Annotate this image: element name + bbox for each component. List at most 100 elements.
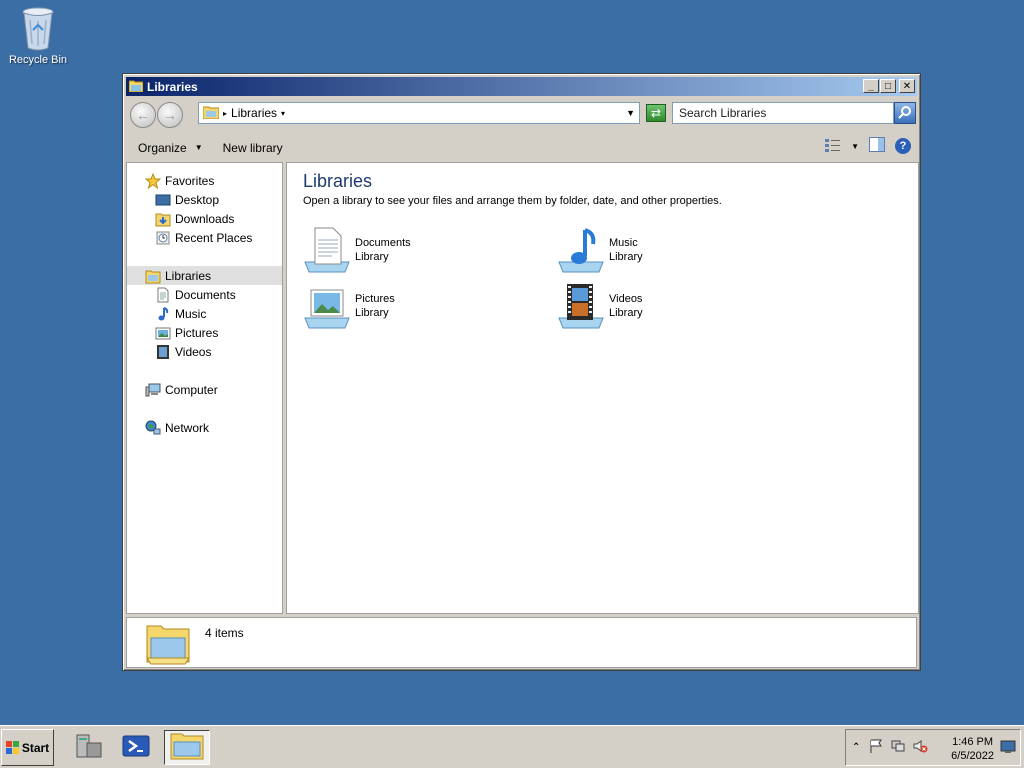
server-manager-button[interactable] <box>70 730 106 765</box>
library-music[interactable]: Music Library <box>557 225 797 275</box>
nav-computer-label: Computer <box>165 382 218 397</box>
nav-network[interactable]: Network <box>127 418 282 437</box>
clock[interactable]: 1:46 PM 6/5/2022 <box>951 735 994 763</box>
library-name: Videos <box>609 293 643 305</box>
address-history-dropdown[interactable]: ▼ <box>626 108 635 118</box>
search-input[interactable]: Search Libraries <box>672 102 894 124</box>
navigation-pane: Favorites Desktop Downloads Recent Place… <box>126 162 283 614</box>
recycle-bin-label: Recycle Bin <box>8 54 68 66</box>
explorer-icon <box>170 731 204 764</box>
search-icon <box>898 105 912 122</box>
nav-favorites-label: Favorites <box>165 173 215 188</box>
address-row: ← → ▸ Libraries ▾ ▼ ⇄ Search Libraries <box>126 98 917 132</box>
view-dropdown-icon[interactable]: ▼ <box>851 142 859 151</box>
library-name: Documents <box>355 237 411 249</box>
nav-pictures-label: Pictures <box>175 325 219 340</box>
refresh-icon: ⇄ <box>650 106 662 120</box>
window-title: Libraries <box>147 79 198 94</box>
folder-icon <box>128 79 144 95</box>
nav-network-label: Network <box>165 420 210 435</box>
library-videos[interactable]: Videos Library <box>557 281 797 331</box>
close-icon: ✕ <box>902 80 912 92</box>
breadcrumb-dropdown-icon[interactable]: ▾ <box>281 109 285 118</box>
windows-flag-icon <box>5 740 20 755</box>
address-bar[interactable]: ▸ Libraries ▾ ▼ <box>198 102 640 124</box>
documents-library-icon <box>303 226 351 274</box>
library-sub: Library <box>355 307 389 319</box>
nav-videos[interactable]: Videos <box>127 342 282 361</box>
nav-favorites[interactable]: Favorites <box>127 171 282 190</box>
recycle-bin[interactable]: Recycle Bin <box>6 6 70 66</box>
volume-muted-icon[interactable] <box>912 738 928 757</box>
nav-computer[interactable]: Computer <box>127 380 282 399</box>
computer-icon <box>145 382 161 398</box>
videos-icon <box>155 344 171 360</box>
item-count: 4 items <box>205 626 244 640</box>
maximize-button[interactable]: □ <box>880 79 896 93</box>
close-button[interactable]: ✕ <box>899 79 915 93</box>
search-button[interactable] <box>894 102 916 124</box>
nav-documents-label: Documents <box>175 287 236 302</box>
organize-button[interactable]: Organize ▼ <box>128 141 213 155</box>
title-bar[interactable]: Libraries _ □ ✕ <box>126 77 917 96</box>
nav-desktop[interactable]: Desktop <box>127 190 282 209</box>
desktop-icon <box>155 192 171 208</box>
explorer-window: Libraries _ □ ✕ ← → ▸ Libraries ▾ ▼ ⇄ Se… <box>122 73 921 671</box>
new-library-button[interactable]: New library <box>213 141 293 155</box>
system-tray: ⌃ 1:46 PM 6/5/2022 <box>845 729 1021 766</box>
taskbar: Start ⌃ 1:46 PM 6/5/2022 <box>0 725 1024 768</box>
downloads-icon <box>155 211 171 227</box>
libraries-icon <box>145 268 161 284</box>
library-sub: Library <box>609 307 643 319</box>
breadcrumb-libraries[interactable]: Libraries <box>231 106 277 120</box>
show-desktop-icon[interactable] <box>1000 740 1016 757</box>
minimize-icon: _ <box>868 80 874 92</box>
nav-music[interactable]: Music <box>127 304 282 323</box>
nav-libraries-label: Libraries <box>165 268 212 283</box>
network-tray-icon[interactable] <box>890 738 906 757</box>
nav-desktop-label: Desktop <box>175 192 220 207</box>
start-button[interactable]: Start <box>1 729 54 766</box>
videos-library-icon <box>557 282 605 330</box>
chevron-down-icon: ▼ <box>194 143 203 152</box>
server-manager-icon <box>73 731 103 764</box>
libraries-large-icon <box>145 620 191 669</box>
refresh-button[interactable]: ⇄ <box>646 104 666 122</box>
nav-documents[interactable]: Documents <box>127 285 282 304</box>
back-button[interactable]: ← <box>130 102 156 128</box>
breadcrumb-arrow-icon[interactable]: ▸ <box>223 109 227 118</box>
library-sub: Library <box>355 251 389 263</box>
page-description: Open a library to see your files and arr… <box>303 195 722 207</box>
recycle-bin-icon <box>20 6 56 52</box>
nav-videos-label: Videos <box>175 344 212 359</box>
nav-recent-places-label: Recent Places <box>175 230 253 245</box>
show-hidden-icons-icon[interactable]: ⌃ <box>852 742 860 753</box>
nav-recent-places[interactable]: Recent Places <box>127 228 282 247</box>
nav-libraries[interactable]: Libraries <box>127 266 282 285</box>
action-center-flag-icon[interactable] <box>868 738 884 757</box>
library-documents[interactable]: Documents Library <box>303 225 543 275</box>
back-arrow-icon: ← <box>136 107 150 123</box>
recent-places-icon <box>155 230 171 246</box>
libraries-small-icon <box>202 105 220 122</box>
command-bar: Organize ▼ New library ▼ ? <box>126 134 917 161</box>
nav-pictures[interactable]: Pictures <box>127 323 282 342</box>
explorer-taskbar-button[interactable] <box>164 730 210 765</box>
clock-date: 6/5/2022 <box>951 750 994 762</box>
preview-pane-icon[interactable] <box>869 137 885 155</box>
nav-downloads[interactable]: Downloads <box>127 209 282 228</box>
content-pane: Libraries Open a library to see your fil… <box>286 162 919 614</box>
forward-arrow-icon: → <box>163 107 177 123</box>
documents-icon <box>155 287 171 303</box>
view-options-icon[interactable] <box>825 138 841 155</box>
organize-label: Organize <box>138 140 187 155</box>
minimize-button[interactable]: _ <box>863 79 879 93</box>
nav-music-label: Music <box>175 306 207 321</box>
powershell-button[interactable] <box>118 730 154 765</box>
forward-button[interactable]: → <box>157 102 183 128</box>
help-icon[interactable]: ? <box>895 138 911 154</box>
library-name: Pictures <box>355 293 395 305</box>
music-icon <box>155 306 171 322</box>
library-pictures[interactable]: Pictures Library <box>303 281 543 331</box>
pictures-icon <box>155 325 171 341</box>
